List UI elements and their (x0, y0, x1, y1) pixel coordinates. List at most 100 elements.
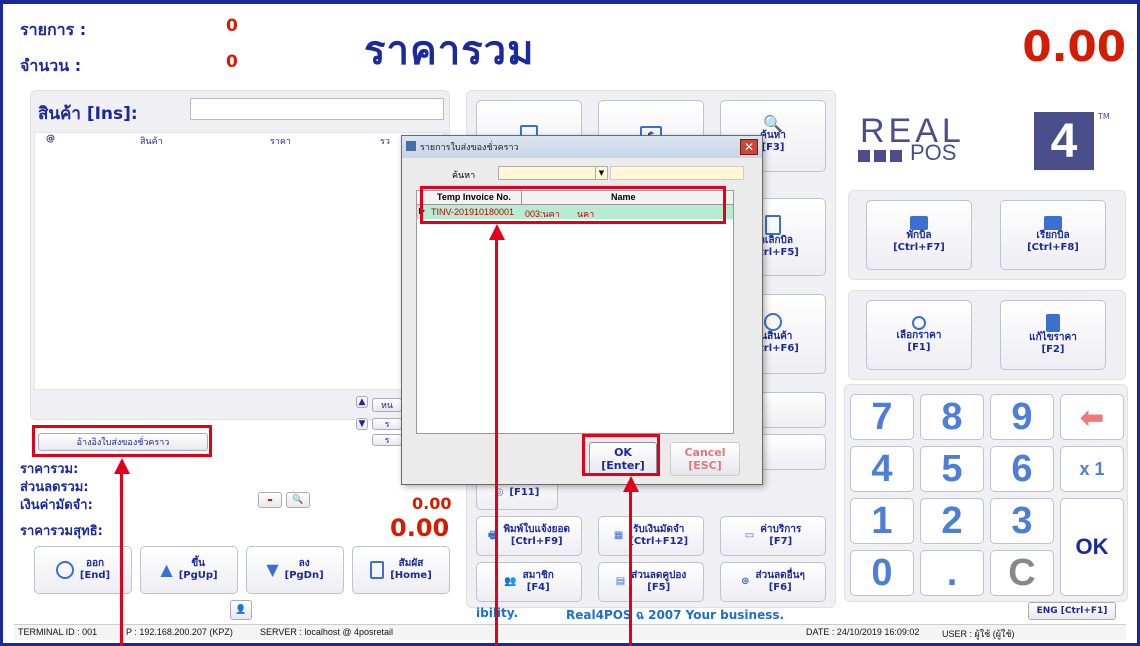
key-8[interactable]: 8 (920, 394, 984, 440)
col-product: สินค้า (140, 137, 163, 147)
close-icon[interactable]: ✕ (740, 139, 758, 155)
deposit-minus-button[interactable]: - (258, 492, 282, 508)
product-list[interactable] (34, 132, 444, 390)
temp-invoice-button[interactable]: อ้างอิงใบส่งของชั่วคราว (38, 433, 208, 451)
key-7[interactable]: 7 (850, 394, 914, 440)
up-label: ขึ้น (191, 558, 205, 569)
hold-bill-key: [Ctrl+F7] (893, 242, 945, 253)
print-notify-key: [Ctrl+F9] (510, 536, 563, 547)
deposit-value: 0.00 (412, 494, 452, 513)
dialog-app-icon (406, 141, 416, 151)
dialog-search-extra[interactable] (610, 166, 744, 180)
service-fee-label: ค่าบริการ (760, 524, 802, 535)
discount-icon: ⊛ (741, 576, 750, 587)
exit-button[interactable]: ออก [End] (34, 546, 132, 594)
deposit-label: เงินค่ามัดจำ: (20, 498, 93, 513)
up-key: [PgUp] (178, 570, 218, 581)
recall-bill-key: [Ctrl+F8] (1027, 242, 1079, 253)
dropdown-chevron-icon[interactable]: ▼ (595, 167, 607, 179)
logo-digit: 4 (1034, 112, 1094, 170)
coupon-icon: ▤ (615, 576, 626, 587)
status-server: SERVER : localhost @ 4posretail (260, 627, 394, 637)
deposit-search-icon[interactable]: 🔍 (286, 492, 310, 508)
exit-label: ออก (85, 558, 105, 569)
backspace-icon[interactable]: ⬅ (1060, 394, 1124, 440)
product-label: สินค้า [Ins]: (38, 104, 138, 124)
power-icon (55, 561, 74, 579)
grand-total: 0.00 (1022, 22, 1126, 71)
net-label: ราคารวมสุทธิ: (20, 524, 103, 539)
side-button-1[interactable]: หน (372, 398, 402, 412)
search-label: ค้นหา (760, 130, 786, 141)
coupon-label: ส่วนลดคูปอง (631, 570, 687, 581)
row-code: 003:นคา (525, 209, 560, 219)
key-1[interactable]: 1 (850, 498, 914, 544)
deposit-icon: ▦ (613, 530, 624, 541)
member-label: สมาชิก (522, 570, 554, 581)
key-dot[interactable]: . (920, 550, 984, 596)
key-6[interactable]: 6 (990, 446, 1054, 492)
touch-icon (370, 561, 385, 579)
cancel-button[interactable]: Cancel [ESC] (670, 442, 740, 476)
search-icon: 🔍 (763, 114, 783, 133)
user-avatar-icon[interactable]: 👤 (230, 600, 252, 620)
ok-label: OK (614, 446, 632, 459)
hold-bill-button[interactable]: พักบิล [Ctrl+F7] (866, 200, 972, 270)
temp-invoice-dialog: รายการใบส่งของชั่วคราว ✕ ค้นหา ▼ Temp In… (401, 135, 763, 485)
table-row[interactable]: ▶ TINV-201910180001 003:นคา นคา (417, 205, 733, 219)
dialog-search-label: ค้นหา (452, 171, 476, 181)
page-up-button[interactable]: ▲ ขึ้น [PgUp] (140, 546, 238, 594)
receive-deposit-button[interactable]: ▦ รับเงินมัดจำ [Ctrl+F12] (598, 516, 704, 556)
dialog-search-input[interactable]: ▼ (498, 166, 608, 180)
edit-price-label: แก้ไขราคา (1029, 332, 1077, 343)
status-ip: P : 192.168.200.207 (KPZ) (126, 627, 233, 637)
col-price: ราคา (270, 137, 291, 147)
edit-price-button[interactable]: แก้ไขราคา [F2] (1000, 300, 1106, 370)
service-fee-button[interactable]: ▭ ค่าบริการ [F7] (720, 516, 826, 556)
key-9[interactable]: 9 (990, 394, 1054, 440)
key-4[interactable]: 4 (850, 446, 914, 492)
scroll-up-icon[interactable]: ▲ (356, 396, 368, 408)
receive-deposit-label: รับเงินมัดจำ (633, 524, 685, 535)
side-button-3[interactable]: ร (372, 434, 402, 446)
recall-bill-button[interactable]: เรียกบิล [Ctrl+F8] (1000, 200, 1106, 270)
logo-text-pos: POS (910, 140, 957, 165)
row-invoice: TINV-201910180001 (431, 207, 515, 217)
col-temp-invoice: Temp Invoice No. (437, 192, 511, 202)
annotation-line-3 (629, 490, 632, 646)
page-down-button[interactable]: ▼ ลง [PgDn] (246, 546, 344, 594)
multiply-key[interactable]: x 1 (1060, 446, 1124, 492)
language-button[interactable]: ENG [Ctrl+F1] (1028, 602, 1116, 620)
arrow-up-icon: ▲ (160, 560, 173, 579)
ok-key[interactable]: OK (1060, 498, 1124, 596)
items-value: 0 (226, 16, 238, 36)
temp-invoice-grid[interactable]: Temp Invoice No. Name ▶ TINV-20191018000… (416, 190, 734, 434)
real4pos-logo: REAL POS 4 TM (858, 112, 1116, 172)
key-0[interactable]: 0 (850, 550, 914, 596)
key-5[interactable]: 5 (920, 446, 984, 492)
print-notify-button[interactable]: 🖶 พิมพ์ใบแจ้งยอด [Ctrl+F9] (476, 516, 582, 556)
key-clear[interactable]: C (990, 550, 1054, 596)
col-total: รว (380, 137, 390, 147)
items-label: รายการ : (20, 20, 87, 39)
folder-icon (910, 216, 928, 230)
print-notify-label: พิมพ์ใบแจ้งยอด (503, 524, 570, 535)
page-title: ราคารวม (364, 28, 535, 74)
choose-price-button[interactable]: เลือกราคา [F1] (866, 300, 972, 370)
side-button-2[interactable]: ร (372, 418, 402, 430)
ok-button[interactable]: OK [Enter] (589, 442, 657, 476)
cancel-label: Cancel (684, 446, 726, 459)
product-input[interactable] (190, 98, 444, 120)
scroll-down-icon[interactable]: ▼ (356, 418, 368, 430)
status-date: DATE : 24/10/2019 16:09:02 (806, 627, 920, 637)
key-3[interactable]: 3 (990, 498, 1054, 544)
status-bar: TERMINAL ID : 001 P : 192.168.200.207 (K… (14, 624, 1126, 640)
member-button[interactable]: 👥 สมาชิก [F4] (476, 562, 582, 602)
coupon-button[interactable]: ▤ ส่วนลดคูปอง [F5] (598, 562, 704, 602)
key-2[interactable]: 2 (920, 498, 984, 544)
coupon-key: [F5] (647, 582, 671, 593)
touch-button[interactable]: สัมผัส [Home] (352, 546, 450, 594)
cancel-key-label: [ESC] (688, 459, 722, 472)
other-discount-button[interactable]: ⊛ ส่วนลดอื่นๆ [F6] (720, 562, 826, 602)
touch-label: สัมผัส (398, 558, 424, 569)
